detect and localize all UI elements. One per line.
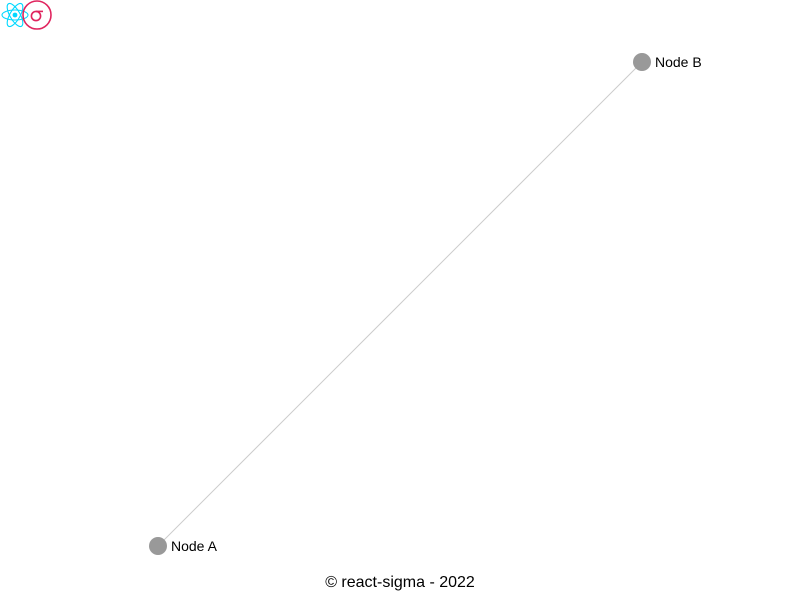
edges-layer <box>157 61 643 547</box>
node-label: Node A <box>171 538 218 554</box>
node-circle[interactable] <box>149 537 167 555</box>
react-sigma-logo[interactable] <box>0 0 54 32</box>
graph-node-a[interactable]: Node A <box>149 537 218 555</box>
node-circle[interactable] <box>633 53 651 71</box>
graph-node-b[interactable]: Node B <box>633 53 702 71</box>
react-icon <box>1 2 29 28</box>
footer-copyright: © react-sigma - 2022 <box>325 574 475 591</box>
app-root: Node A Node B © react-sigma - 2022 <box>0 0 800 600</box>
node-label: Node B <box>655 54 702 70</box>
graph-canvas[interactable]: Node A Node B <box>0 0 800 600</box>
sigma-icon <box>22 0 52 30</box>
graph-edge[interactable] <box>157 61 643 547</box>
nodes-layer: Node A Node B <box>149 53 702 555</box>
